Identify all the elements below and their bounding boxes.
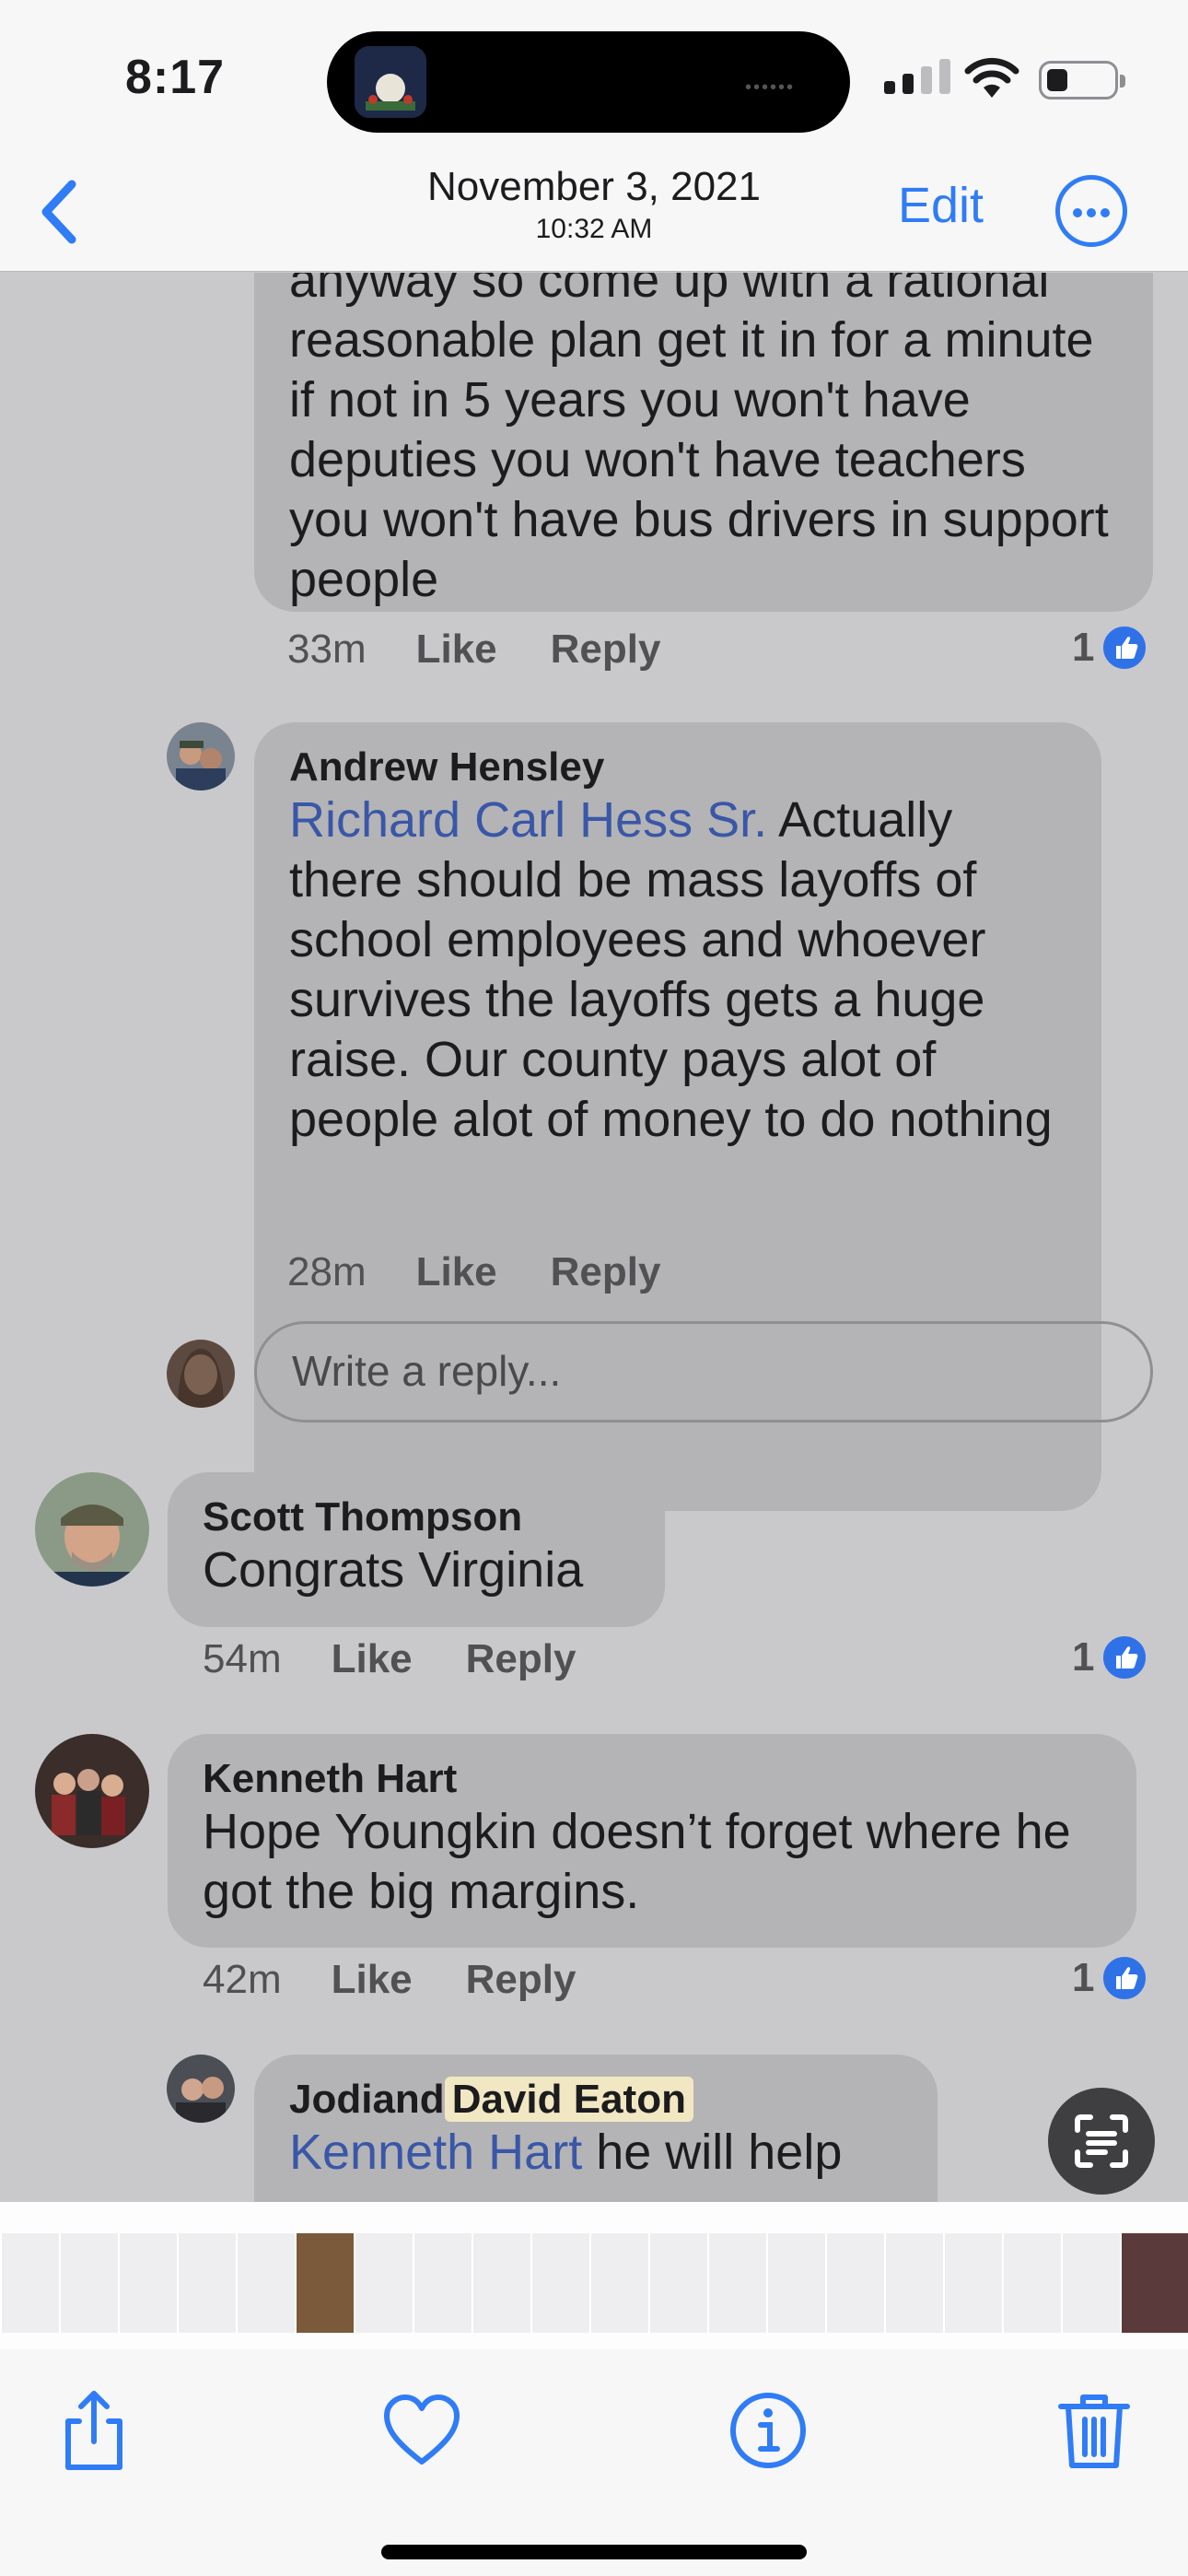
battery-icon	[1039, 61, 1125, 100]
reaction-number: 1	[1072, 1634, 1095, 1680]
mention-link[interactable]: Richard Carl Hess Sr.	[289, 792, 767, 848]
comment-time: 54m	[203, 1636, 282, 1681]
comment-text: anyway so come up with a rational reason…	[289, 273, 1109, 607]
share-icon[interactable]	[52, 2388, 136, 2473]
author-first: Jodiand	[289, 2077, 445, 2122]
reaction-number: 1	[1072, 1955, 1095, 2000]
comment-text: Congrats Virginia	[203, 1542, 584, 1598]
photo-content: anyway so come up with a rational reason…	[0, 273, 1188, 2202]
avatar[interactable]	[167, 2055, 235, 2123]
now-playing-artwork	[355, 46, 426, 118]
comment-text: Kenneth Hart he will help	[289, 2123, 903, 2183]
thumbs-up-icon	[1100, 1633, 1150, 1682]
comment-author[interactable]: Jodiand David Eaton	[289, 2077, 903, 2123]
live-text-highlight: David Eaton	[444, 2077, 693, 2122]
like-link[interactable]: Like	[332, 1957, 413, 2003]
reaction-number: 1	[1072, 625, 1095, 670]
photo-nav-bar: November 3, 2021 10:32 AM Edit	[0, 157, 1188, 272]
comment-bubble: Kenneth Hart Hope Youngkin doesn’t forge…	[168, 1734, 1136, 1948]
comment-time: 33m	[287, 626, 367, 672]
comment-body: he will help	[582, 2125, 843, 2180]
edit-button[interactable]: Edit	[898, 177, 984, 234]
reaction-count: 1	[1072, 1633, 1150, 1682]
comment-text: Hope Youngkin doesn’t forget where he go…	[203, 1804, 1071, 1919]
wifi-icon	[964, 57, 1019, 98]
status-time: 8:17	[125, 51, 226, 104]
reaction-count: 1	[1072, 1953, 1150, 2003]
comment-author[interactable]: Andrew Hensley	[289, 744, 1066, 790]
reaction-count: 1	[1072, 623, 1150, 673]
thumbs-up-icon	[1100, 1953, 1150, 2003]
mention-link[interactable]: Kenneth Hart	[289, 2125, 582, 2180]
reply-link[interactable]: Reply	[466, 1636, 577, 1682]
thumbs-up-icon	[1100, 623, 1150, 673]
photo-date: November 3, 2021	[427, 164, 761, 209]
comment-bubble: Scott Thompson Congrats Virginia	[168, 1472, 665, 1627]
reply-input[interactable]: Write a reply...	[254, 1321, 1153, 1423]
comment-actions: 54m Like Reply	[203, 1636, 629, 1682]
photo-time: 10:32 AM	[535, 214, 653, 244]
comment-actions: 42m Like Reply	[203, 1957, 629, 2003]
comment-bubble: anyway so come up with a rational reason…	[254, 273, 1153, 612]
home-indicator[interactable]	[381, 2545, 807, 2559]
cellular-signal-icon	[884, 59, 950, 94]
status-bar: 8:17 ••••••	[0, 0, 1188, 157]
dynamic-island[interactable]: ••••••	[327, 31, 850, 133]
comment-text: Richard Carl Hess Sr. Actually there sho…	[289, 790, 1066, 1150]
trash-icon[interactable]	[1052, 2388, 1136, 2473]
comment-bubble: Jodiand David Eaton Kenneth Hart he will …	[254, 2055, 938, 2202]
like-link[interactable]: Like	[416, 1249, 497, 1295]
more-options-icon[interactable]	[1055, 175, 1127, 247]
comment-actions: 28m Like Reply	[287, 1249, 714, 1295]
comment-time: 42m	[203, 1957, 282, 2002]
reply-link[interactable]: Reply	[466, 1957, 577, 2003]
comment-author[interactable]: Kenneth Hart	[203, 1756, 1101, 1802]
like-link[interactable]: Like	[416, 626, 497, 673]
bottom-toolbar	[0, 2349, 1188, 2576]
live-text-icon[interactable]	[1048, 2088, 1155, 2195]
info-icon[interactable]	[726, 2388, 810, 2473]
reply-link[interactable]: Reply	[551, 626, 661, 673]
current-user-avatar	[167, 1340, 235, 1408]
island-indicator: ••••••	[744, 77, 795, 98]
heart-icon[interactable]	[379, 2388, 464, 2473]
reply-link[interactable]: Reply	[551, 1249, 661, 1295]
avatar[interactable]	[167, 722, 235, 790]
like-link[interactable]: Like	[332, 1636, 413, 1682]
comment-actions: 33m Like Reply	[287, 626, 714, 673]
thumbnail-strip[interactable]	[0, 2202, 1188, 2349]
avatar[interactable]	[35, 1734, 149, 1848]
comment-author[interactable]: Scott Thompson	[203, 1494, 630, 1540]
avatar[interactable]	[35, 1472, 149, 1587]
comment-time: 28m	[287, 1249, 367, 1294]
